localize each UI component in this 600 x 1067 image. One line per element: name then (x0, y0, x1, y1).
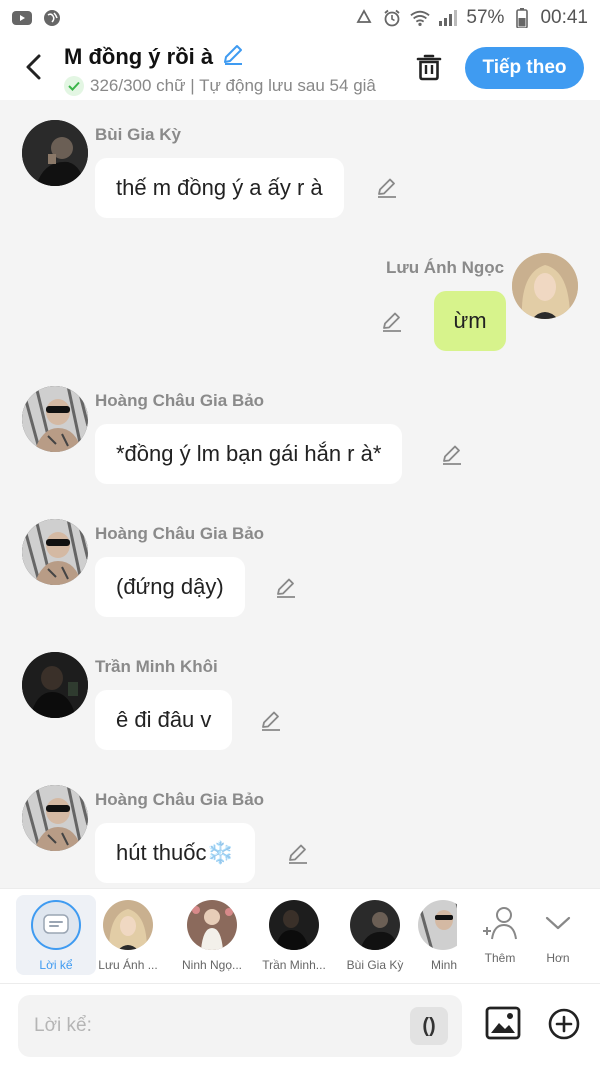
edit-title-icon[interactable] (221, 42, 245, 72)
signal-icon (438, 8, 458, 28)
avatar[interactable] (22, 519, 88, 585)
edit-message-icon[interactable] (258, 707, 284, 733)
avatar[interactable] (22, 386, 88, 452)
message-bubble[interactable]: hút thuốc❄️ (95, 823, 255, 883)
chevron-down-icon (545, 903, 571, 943)
wifi-icon (410, 8, 431, 28)
edit-message-icon[interactable] (439, 441, 465, 467)
status-bar: 57% 00:41 (0, 0, 600, 36)
input-placeholder: Lời kể: (34, 1015, 92, 1036)
add-button[interactable] (548, 1008, 580, 1040)
character-name: Trần Minh... (262, 958, 326, 972)
edit-message-icon[interactable] (374, 174, 400, 200)
avatar[interactable] (512, 253, 578, 319)
add-user-icon (480, 903, 520, 943)
title-block: M đồng ý rồi à 326/300 chữ | Tự động lưu… (64, 42, 394, 96)
more-label: Hơn (546, 951, 570, 965)
message-bubble[interactable]: thế m đồng ý a ấy r à (95, 158, 344, 218)
more-button[interactable]: Hơn (520, 895, 596, 975)
page-title: M đồng ý rồi à (64, 44, 214, 69)
message-bubble[interactable]: (đứng dậy) (95, 557, 245, 617)
message-bubble[interactable]: ừm (434, 291, 506, 351)
globe-icon (42, 8, 62, 28)
edit-message-icon[interactable] (285, 840, 311, 866)
sender-name: Bùi Gia Kỳ (95, 125, 181, 144)
character-narrator[interactable]: Lời kể (16, 895, 96, 975)
battery-percent: 57% (466, 7, 505, 28)
avatar (103, 900, 153, 950)
narrator-icon (31, 900, 81, 950)
chevron-left-icon (26, 54, 41, 80)
sender-name: Hoàng Châu Gia Bảo (95, 790, 265, 809)
message-bubble[interactable]: ê đi đâu v (95, 690, 233, 750)
avatar[interactable] (22, 652, 88, 718)
next-button[interactable]: Tiếp theo (465, 47, 584, 89)
sender-name: Lưu Ánh Ngọc (386, 258, 505, 277)
edit-message-icon[interactable] (273, 574, 299, 600)
character-item[interactable]: Ninh Ngọ... (172, 895, 252, 975)
sender-name: Hoàng Châu Gia Bảo (95, 524, 265, 543)
character-item[interactable]: Minh (415, 895, 457, 975)
character-item[interactable]: Trần Minh... (254, 895, 334, 975)
character-name: Lưu Ánh ... (98, 958, 158, 972)
back-button[interactable] (18, 50, 48, 84)
plus-circle-icon (548, 1008, 580, 1040)
character-item[interactable]: Bùi Gia Kỳ (335, 895, 415, 975)
avatar[interactable] (22, 785, 88, 851)
image-button[interactable] (485, 1006, 521, 1042)
character-item[interactable]: Lưu Ánh ... (88, 895, 168, 975)
sender-name: Hoàng Châu Gia Bảo (95, 391, 265, 410)
character-selector: Lời kể Lưu Ánh ... Ninh Ngọ... Trần Minh… (0, 888, 600, 983)
avatar[interactable] (22, 120, 88, 186)
parentheses-button[interactable]: () (410, 1007, 448, 1045)
character-name: Minh (430, 958, 457, 972)
narration-input[interactable]: Lời kể: () (18, 995, 462, 1057)
character-name: Bùi Gia Kỳ (346, 958, 404, 972)
chat-area[interactable]: Bùi Gia Kỳ thế m đồng ý a ấy r à Lưu Ánh… (0, 100, 600, 888)
message-bubble[interactable]: *đồng ý lm bạn gái hắn r à* (95, 424, 403, 484)
autosave-status: 326/300 chữ | Tự động lưu sau 54 giâ (90, 76, 376, 95)
recycle-icon (354, 8, 374, 28)
trash-icon (416, 54, 442, 81)
battery-icon (512, 8, 532, 28)
avatar (187, 900, 237, 950)
avatar (269, 900, 319, 950)
clock-time: 00:41 (540, 7, 588, 28)
youtube-icon (12, 8, 32, 28)
alarm-icon (382, 8, 402, 28)
editor-header: M đồng ý rồi à 326/300 chữ | Tự động lưu… (0, 36, 600, 100)
avatar (418, 900, 457, 950)
image-icon (485, 1006, 521, 1040)
sender-name: Trần Minh Khôi (95, 657, 218, 676)
saved-check-icon (64, 76, 84, 96)
avatar (350, 900, 400, 950)
character-name: Lời kể (39, 958, 73, 972)
edit-message-icon[interactable] (379, 308, 405, 334)
character-name: Ninh Ngọ... (181, 958, 243, 972)
composer-bar: Lời kể: () (0, 983, 600, 1067)
delete-button[interactable] (412, 50, 446, 84)
